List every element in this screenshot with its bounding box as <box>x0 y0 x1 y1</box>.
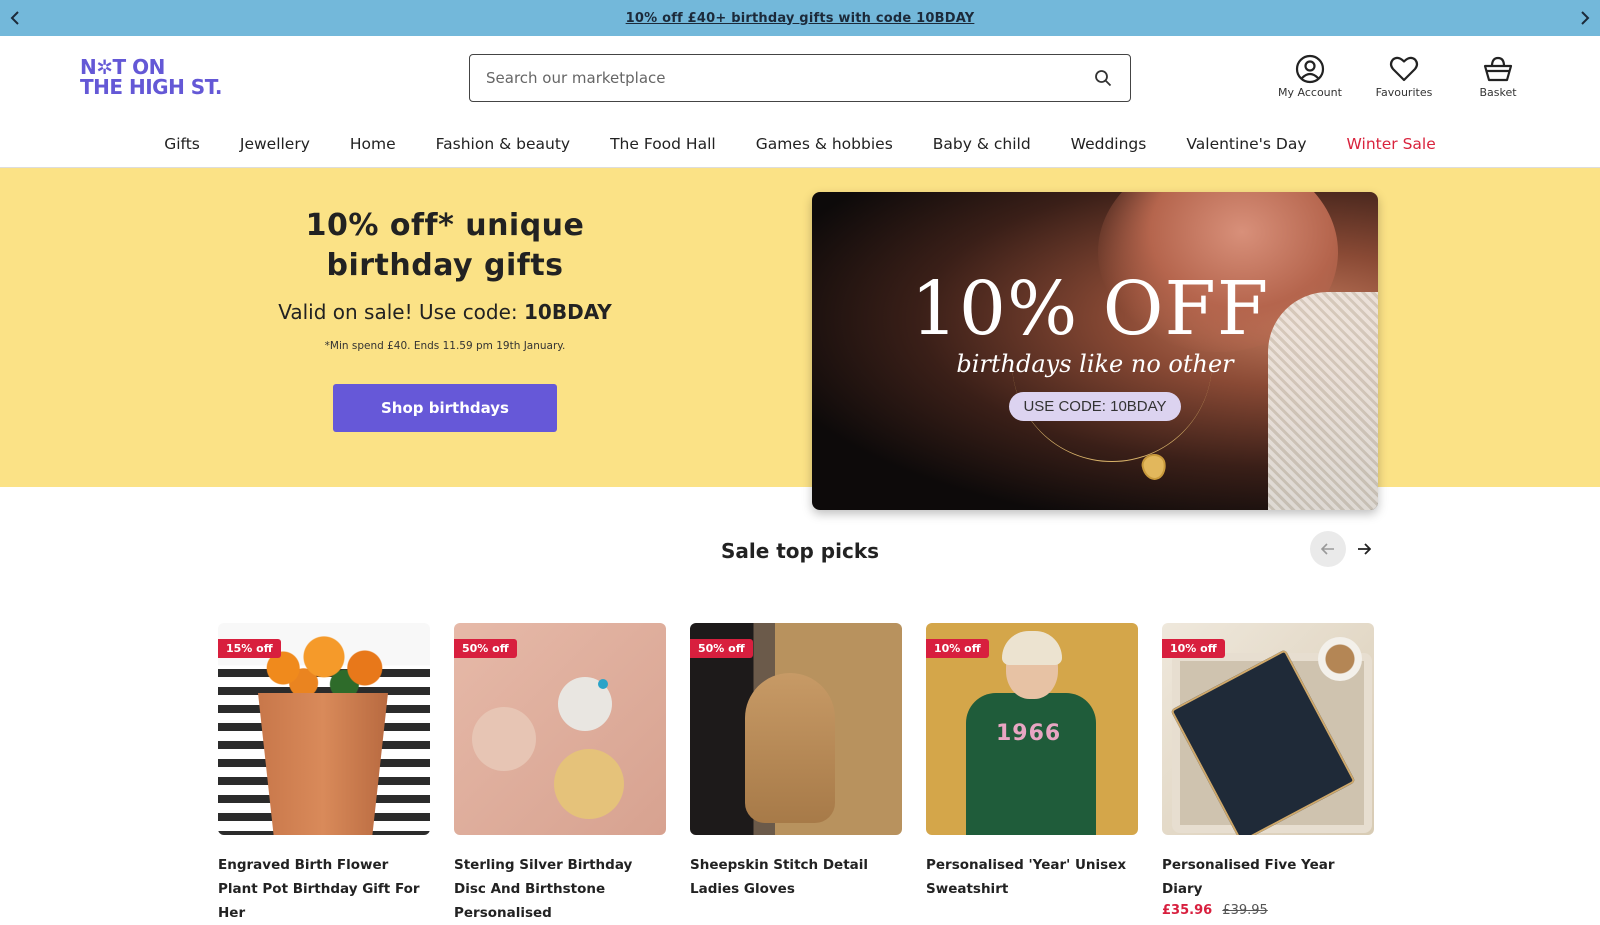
product-image[interactable]: 50% off <box>690 623 902 835</box>
nav-item-valentines-day[interactable]: Valentine's Day <box>1186 135 1306 153</box>
hero-fine-print: *Min spend £40. Ends 11.59 pm 19th Janua… <box>324 340 566 352</box>
coffee-cup-shape <box>1318 637 1362 681</box>
discount-badge: 50% off <box>690 639 753 658</box>
my-account-label: My Account <box>1278 86 1342 99</box>
hero-sub-prefix: Valid on sale! Use code: <box>278 300 525 324</box>
nav-item-food-hall[interactable]: The Food Hall <box>610 135 716 153</box>
promo-bar: 10% off £40+ birthday gifts with code 10… <box>0 0 1600 36</box>
sweatshirt-year-print: 1966 <box>996 721 1062 746</box>
product-card[interactable]: 1966 10% off Personalised 'Year' Unisex … <box>926 623 1138 925</box>
hero-promo-code: 10BDAY <box>524 300 612 324</box>
nav-item-gifts[interactable]: Gifts <box>164 135 200 153</box>
hero-promo-image[interactable]: 10% OFF birthdays like no other USE CODE… <box>812 192 1378 510</box>
hero-image-code-pill: USE CODE: 10BDAY <box>1009 392 1181 421</box>
product-name[interactable]: Personalised Five Year Diary <box>1162 853 1374 901</box>
nav-item-jewellery[interactable]: Jewellery <box>240 135 310 153</box>
logo-line-2: THE HIGH ST. <box>80 75 222 99</box>
discount-badge: 10% off <box>1162 639 1225 658</box>
basket-button[interactable]: Basket <box>1462 52 1534 99</box>
hero-title-line-1: 10% off* unique <box>305 208 585 243</box>
green-sweatshirt-shape <box>966 693 1096 835</box>
hero-image-tagline: birthdays like no other <box>956 350 1234 378</box>
heart-icon <box>1389 52 1419 86</box>
nav-item-winter-sale[interactable]: Winter Sale <box>1347 135 1436 153</box>
product-name[interactable]: Sterling Silver Birthday Disc And Births… <box>454 853 666 925</box>
nav-item-baby-child[interactable]: Baby & child <box>933 135 1031 153</box>
site-logo[interactable]: N✲T ON THE HIGH ST. <box>80 57 240 97</box>
nav-item-fashion-beauty[interactable]: Fashion & beauty <box>436 135 570 153</box>
product-image[interactable]: 10% off <box>1162 623 1374 835</box>
model-hair-shape <box>1002 631 1062 665</box>
nav-item-games-hobbies[interactable]: Games & hobbies <box>756 135 893 153</box>
basket-label: Basket <box>1479 86 1517 99</box>
hero-subtitle: Valid on sale! Use code: 10BDAY <box>240 300 650 324</box>
shop-birthdays-button[interactable]: Shop birthdays <box>333 384 557 432</box>
product-name[interactable]: Personalised 'Year' Unisex Sweatshirt <box>926 853 1138 901</box>
promo-next-chevron-right-icon[interactable] <box>1574 8 1594 28</box>
promo-link[interactable]: 10% off £40+ birthday gifts with code 10… <box>626 11 975 26</box>
hero-banner: 10% off* unique birthday gifts Valid on … <box>0 168 1600 510</box>
account-icon <box>1295 52 1325 86</box>
product-card[interactable]: 50% off Sterling Silver Birthday Disc An… <box>454 623 666 925</box>
product-card[interactable]: 15% off Engraved Birth Flower Plant Pot … <box>218 623 430 925</box>
basket-icon <box>1482 52 1514 86</box>
hero-title-line-2: birthday gifts <box>326 248 564 283</box>
discount-badge: 10% off <box>926 639 989 658</box>
product-price: £35.96 £39.95 <box>1162 903 1374 918</box>
promo-prev-chevron-left-icon[interactable] <box>6 8 26 28</box>
hero-image-headline: 10% OFF <box>910 266 1270 352</box>
discount-badge: 50% off <box>454 639 517 658</box>
main-nav: Gifts Jewellery Home Fashion & beauty Th… <box>0 118 1600 168</box>
product-card[interactable]: 50% off Sheepskin Stitch Detail Ladies G… <box>690 623 902 925</box>
search-box <box>469 54 1131 102</box>
logo-line-1: N✲T ON <box>80 55 165 79</box>
rose-gold-disc-shape <box>472 707 536 771</box>
site-header: N✲T ON THE HIGH ST. My Account Favourite… <box>0 36 1600 118</box>
price-was: £39.95 <box>1222 903 1268 918</box>
hero-image-text: 10% OFF birthdays like no other USE CODE… <box>812 272 1378 421</box>
product-carousel: 15% off Engraved Birth Flower Plant Pot … <box>218 623 1374 925</box>
price-now: £35.96 <box>1162 903 1213 918</box>
sale-top-picks-header: Sale top picks <box>0 531 1600 611</box>
hero-title: 10% off* unique birthday gifts <box>240 206 650 286</box>
discount-badge: 15% off <box>218 639 281 658</box>
sheepskin-glove-shape <box>745 673 835 823</box>
product-name[interactable]: Sheepskin Stitch Detail Ladies Gloves <box>690 853 902 901</box>
product-image[interactable]: 50% off <box>454 623 666 835</box>
nav-item-weddings[interactable]: Weddings <box>1071 135 1147 153</box>
search-input[interactable] <box>486 69 1092 87</box>
hero-text-block: 10% off* unique birthday gifts Valid on … <box>240 206 650 432</box>
product-card[interactable]: 10% off Personalised Five Year Diary £35… <box>1162 623 1374 925</box>
nav-item-home[interactable]: Home <box>350 135 396 153</box>
gold-disc-shape <box>554 749 624 819</box>
terracotta-pot-shape <box>258 693 388 835</box>
product-image[interactable]: 15% off <box>218 623 430 835</box>
search-icon[interactable] <box>1092 67 1114 89</box>
favourites-label: Favourites <box>1375 86 1433 99</box>
my-account-button[interactable]: My Account <box>1274 52 1346 99</box>
birthstone-shape <box>598 679 608 689</box>
heart-pendant-shape <box>1139 452 1169 482</box>
header-actions: My Account Favourites Basket <box>1274 52 1534 99</box>
carousel-next-arrow-right-icon[interactable] <box>1346 531 1382 567</box>
favourites-button[interactable]: Favourites <box>1368 52 1440 99</box>
carousel-prev-arrow-left-icon[interactable] <box>1310 531 1346 567</box>
product-name[interactable]: Engraved Birth Flower Plant Pot Birthday… <box>218 853 430 925</box>
product-image[interactable]: 1966 10% off <box>926 623 1138 835</box>
